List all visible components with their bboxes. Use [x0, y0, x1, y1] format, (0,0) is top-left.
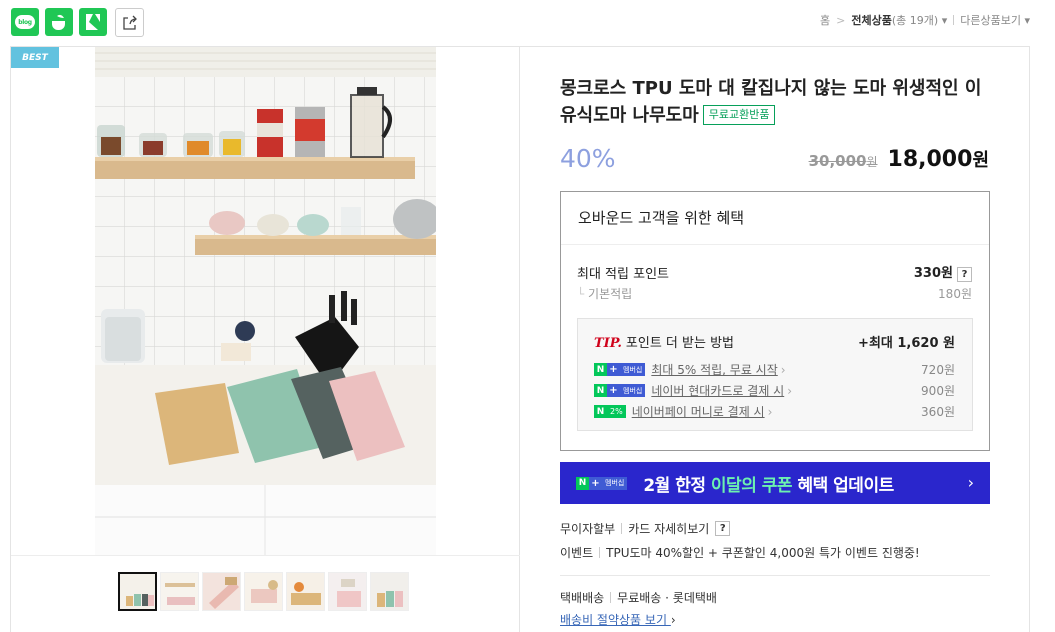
basic-points-value: 180원	[938, 287, 972, 301]
tip-text: 포인트 더 받는 방법	[625, 336, 734, 351]
tip-max: +최대 1,620 원	[858, 336, 955, 351]
tip-label: TIP.	[594, 336, 622, 351]
discount-rate: 40%	[560, 144, 616, 173]
card-help-button[interactable]: ?	[715, 521, 731, 536]
shipping-method: 택배배송	[560, 591, 605, 605]
naver-membership-badge: N + 멤버십	[594, 363, 646, 376]
other-products-dropdown[interactable]: 다른상품보기 ▾	[960, 12, 1030, 28]
naver-pay-badge: N 2%	[594, 405, 626, 418]
section-divider	[560, 575, 990, 576]
naver-membership-badge: N + 멤버십	[594, 384, 646, 397]
thumbnail-7[interactable]	[370, 572, 409, 611]
shipping-line: 택배배송 무료배송 · 롯데택배	[560, 589, 717, 606]
divider	[599, 547, 601, 558]
shipping-saving-link[interactable]: 배송비 절약상품 보기 ›	[560, 611, 676, 628]
coupon-banner-text: 2월 한정 이달의 쿠폰 혜택 업데이트	[643, 475, 894, 496]
chevron-right-icon: ›	[967, 473, 974, 492]
event-label: 이벤트	[560, 546, 594, 560]
thumbnail-1[interactable]	[118, 572, 157, 611]
benefit-panel: 오바운드 고객을 위한 혜택 최대 적립 포인트 330원? 기본적립 180원…	[560, 191, 990, 451]
thumbnail-3[interactable]	[202, 572, 241, 611]
thumbnail-divider	[11, 555, 520, 556]
thumbnail-2[interactable]	[160, 572, 199, 611]
installment-line: 무이자할부 카드 자세히보기 ?	[560, 520, 731, 537]
breadcrumb-home[interactable]: 홈	[820, 12, 830, 28]
chevron-right-icon: ›	[780, 362, 786, 377]
thumbnail-strip	[118, 572, 409, 611]
shipping-detail: 무료배송 · 롯데택배	[617, 591, 717, 605]
max-points-value: 330원	[913, 266, 953, 281]
blog-share-icon[interactable]: blog	[11, 8, 39, 36]
tip-row-money: N 2% 네이버페이 머니로 결제 시 › 360원	[594, 403, 955, 420]
tip-heading: TIP. 포인트 더 받는 방법 +최대 1,620 원	[594, 332, 955, 351]
blog-bubble: blog	[15, 15, 35, 29]
naver-membership-badge: N + 멤버십	[576, 476, 628, 490]
bookmark-share-icon[interactable]	[79, 8, 107, 36]
tip-row-membership: N + 멤버십 최대 5% 적립, 무료 시작 › 720원	[594, 361, 955, 378]
free-exchange-badge: 무료교환반품	[702, 105, 776, 125]
divider	[621, 523, 623, 534]
divider	[610, 592, 612, 603]
card-detail-link[interactable]: 카드 자세히보기	[628, 520, 709, 537]
tip-link-card[interactable]: 네이버 현대카드로 결제 시	[651, 382, 784, 399]
event-line: 이벤트 TPU도마 40%할인 + 쿠폰할인 4,000원 특가 이벤트 진행중…	[560, 544, 920, 561]
price-block: 30,000원 18,000원	[809, 146, 989, 172]
chevron-right-icon: ›	[767, 404, 773, 419]
original-price: 30,000원	[808, 152, 878, 170]
tip-amount: 720원	[921, 363, 955, 377]
coupon-banner[interactable]: N + 멤버십 2월 한정 이달의 쿠폰 혜택 업데이트 ›	[560, 462, 990, 504]
event-text: TPU도마 40%할인 + 쿠폰할인 4,000원 특가 이벤트 진행중!	[606, 546, 920, 560]
cafe-share-icon[interactable]	[45, 8, 73, 36]
share-icon[interactable]	[115, 8, 144, 37]
sale-price: 18,000원	[887, 147, 989, 172]
product-main-image[interactable]	[95, 47, 436, 555]
installment-label: 무이자할부	[560, 522, 616, 536]
best-badge: BEST	[11, 47, 59, 68]
product-title: 몽크로스 TPU 도마 대 칼집나지 않는 도마 위생적인 이유식도마 나무도마…	[560, 75, 990, 129]
chevron-right-icon: ›	[670, 613, 676, 627]
tip-amount: 360원	[921, 405, 955, 419]
thumbnail-5[interactable]	[286, 572, 325, 611]
points-help-button[interactable]: ?	[957, 267, 972, 282]
tip-link-money[interactable]: 네이버페이 머니로 결제 시	[632, 403, 765, 420]
tip-row-card: N + 멤버십 네이버 현대카드로 결제 시 › 900원	[594, 382, 955, 399]
breadcrumb-separator: >	[836, 13, 846, 27]
max-points-row: 최대 적립 포인트 330원?	[577, 262, 972, 282]
thumbnail-4[interactable]	[244, 572, 283, 611]
benefit-heading: 오바운드 고객을 위한 혜택	[561, 192, 989, 245]
share-bar: blog	[11, 8, 144, 37]
image-pane: BEST	[11, 47, 520, 632]
tip-box: TIP. 포인트 더 받는 방법 +최대 1,620 원 N + 멤버십 최대 5% …	[577, 318, 973, 431]
tip-link-membership[interactable]: 최대 5% 적립, 무료 시작	[651, 361, 777, 378]
thumbnail-6[interactable]	[328, 572, 367, 611]
chevron-right-icon: ›	[787, 383, 793, 398]
tip-amount: 900원	[921, 384, 955, 398]
basic-points-row: 기본적립 180원	[577, 285, 972, 302]
breadcrumb-divider	[953, 15, 955, 25]
max-points-label: 최대 적립 포인트	[577, 266, 669, 282]
basic-points-label: 기본적립	[577, 285, 632, 302]
breadcrumb-category[interactable]: 전체상품(총 19개) ▾	[851, 12, 947, 28]
breadcrumb: 홈 > 전체상품(총 19개) ▾ 다른상품보기 ▾	[820, 12, 1030, 28]
